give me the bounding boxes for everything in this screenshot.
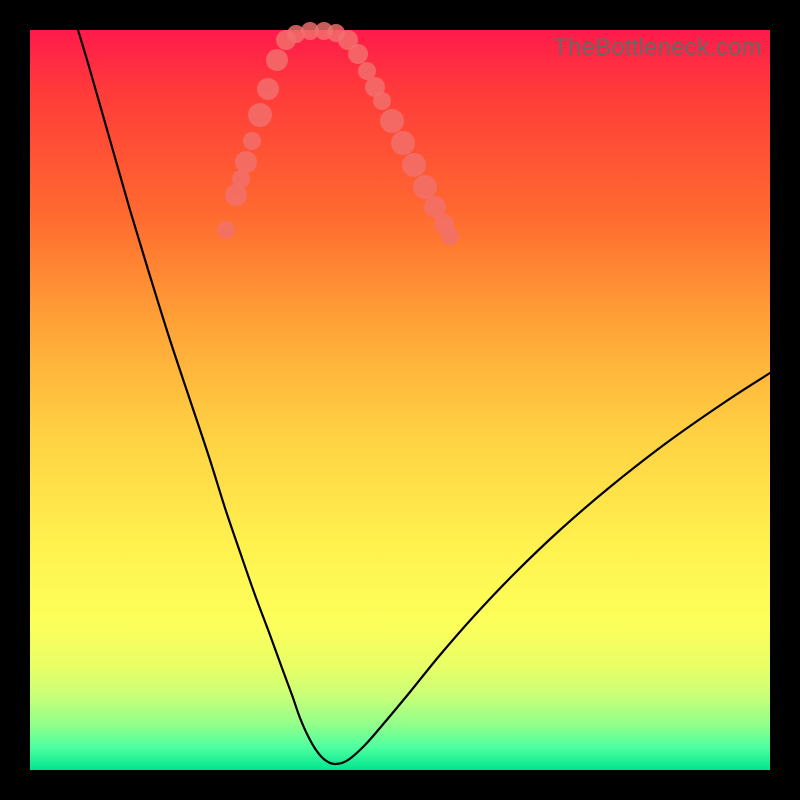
bottleneck-curve (78, 30, 770, 764)
curve-marker (257, 78, 279, 100)
curve-marker (441, 227, 459, 245)
curve-marker (243, 132, 261, 150)
curve-marker (413, 175, 437, 199)
curve-marker (217, 221, 235, 239)
curve-marker (402, 153, 426, 177)
chart-frame: TheBottleneck.com (0, 0, 800, 800)
plot-area: TheBottleneck.com (30, 30, 770, 770)
curve-marker (266, 49, 288, 71)
curve-marker (348, 44, 368, 64)
curve-marker (380, 109, 404, 133)
curve-marker (373, 92, 391, 110)
curve-marker (248, 103, 272, 127)
marker-group (217, 22, 459, 245)
curve-marker (235, 151, 257, 173)
chart-svg (30, 30, 770, 770)
curve-marker (391, 131, 415, 155)
